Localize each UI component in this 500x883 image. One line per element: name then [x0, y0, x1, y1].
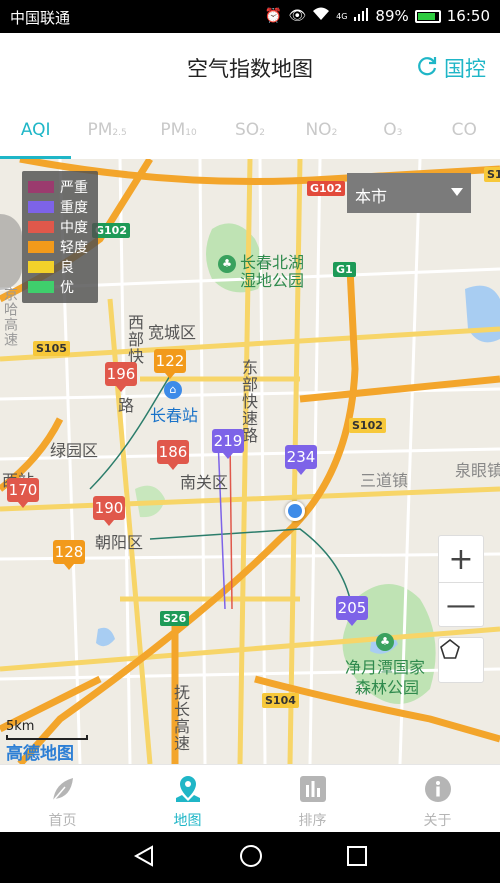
recents-icon[interactable]: [346, 845, 368, 871]
legend-swatch: [28, 221, 54, 233]
train-station-icon: ⌂: [164, 381, 182, 399]
nav-about[interactable]: 关于: [375, 765, 500, 832]
map-label-xibu-road: 路: [118, 396, 135, 415]
battery-percent: 89%: [375, 7, 409, 25]
status-bar: 中国联通 ⏰ 👁 4G 89% 16:50: [0, 0, 500, 33]
info-icon: [424, 774, 452, 804]
road-sign-s26: S26: [160, 611, 190, 626]
tree-icon: ♣: [218, 255, 236, 273]
city-select[interactable]: 本市: [347, 173, 471, 213]
side-drawer-handle[interactable]: [0, 214, 22, 290]
air-quality-map[interactable]: 长春北湖 湿地公园 宽城区 西部快 路 长春站 东部快速路 绿园区 南关区 朝阳…: [0, 159, 500, 764]
road-sign-s1: S1: [484, 167, 500, 182]
legend-swatch: [28, 241, 54, 253]
map-label-quanyan: 泉眼镇: [455, 461, 500, 480]
station-marker[interactable]: 122: [154, 349, 186, 379]
road-sign-g1: G1: [333, 262, 356, 277]
map-label-sandao: 三道镇: [360, 471, 409, 490]
station-marker[interactable]: 186: [157, 440, 189, 470]
alarm-icon: ⏰: [264, 8, 283, 24]
leaf-icon: [49, 774, 77, 804]
tab-aqi[interactable]: AQI: [0, 101, 72, 159]
tab-co[interactable]: CO: [429, 101, 500, 159]
control-toggle-button[interactable]: 国控: [416, 53, 486, 83]
station-marker[interactable]: 170: [7, 478, 39, 508]
map-label-fuchang: 抚长高速: [171, 684, 190, 752]
map-label-kuancheng: 宽城区: [148, 323, 197, 342]
zoom-out-button[interactable]: —: [439, 582, 483, 628]
map-scale: 5km: [6, 719, 88, 740]
tree-icon-2: ♣: [376, 633, 394, 651]
map-pin-icon: [173, 774, 203, 804]
map-label-park-north-2: 湿地公园: [240, 271, 305, 290]
station-marker[interactable]: 128: [53, 540, 85, 570]
bottom-navigation: 首页 地图 排序 关于: [0, 764, 500, 832]
home-icon[interactable]: [239, 844, 263, 872]
tab-o3[interactable]: O3: [357, 101, 428, 159]
wifi-icon: [312, 7, 330, 25]
eye-icon: 👁: [288, 8, 307, 24]
battery-icon: [414, 9, 441, 23]
station-marker[interactable]: 205: [336, 596, 368, 626]
current-location-dot: [285, 501, 305, 521]
legend-swatch: [28, 201, 54, 213]
back-icon[interactable]: [132, 844, 156, 872]
tab-no2[interactable]: NO2: [286, 101, 357, 159]
system-navigation-bar: [0, 832, 500, 883]
map-label-lvyuan: 绿园区: [50, 441, 99, 460]
zoom-in-button[interactable]: +: [439, 536, 483, 582]
nav-ranking[interactable]: 排序: [250, 765, 375, 832]
signal-icon: [353, 7, 369, 25]
chevron-down-icon: [451, 188, 463, 196]
legend-item: 重度: [28, 197, 92, 217]
locate-button[interactable]: [438, 637, 484, 683]
title-bar: 空气指数地图 国控: [0, 33, 500, 101]
road-sign-s104: S104: [262, 693, 299, 708]
control-label: 国控: [444, 57, 486, 81]
tab-pm25[interactable]: PM2.5: [71, 101, 142, 159]
legend-swatch: [28, 181, 54, 193]
map-label-chaoyang: 朝阳区: [95, 533, 144, 552]
map-brand-logo: 高德地图: [6, 744, 74, 764]
legend-swatch: [28, 281, 54, 293]
aqi-legend: 严重 重度 中度 轻度 良 优: [22, 171, 98, 303]
legend-item: 优: [28, 277, 92, 297]
road-sign-g102: G102: [307, 181, 345, 196]
station-marker[interactable]: 219: [212, 429, 244, 459]
legend-item: 严重: [28, 177, 92, 197]
map-label-nanguan: 南关区: [180, 473, 229, 492]
nav-home[interactable]: 首页: [0, 765, 125, 832]
pollutant-tabs: AQI PM2.5 PM10 SO2 NO2 O3 CO: [0, 101, 500, 159]
legend-swatch: [28, 261, 54, 273]
app-screen: 中国联通 ⏰ 👁 4G 89% 16:50 空气指数地图 国控 AQI PM2.…: [0, 0, 500, 883]
nav-map[interactable]: 地图: [125, 765, 250, 832]
road-sign-s102: S102: [349, 418, 386, 433]
map-label-jingyuetan-2: 森林公园: [355, 678, 420, 697]
legend-item: 中度: [28, 217, 92, 237]
map-label-station: 长春站: [150, 406, 199, 425]
clock: 16:50: [446, 7, 490, 25]
refresh-icon: [416, 55, 438, 82]
map-label-jingha: 京哈高速: [2, 287, 18, 347]
city-select-value: 本市: [355, 187, 388, 206]
station-marker[interactable]: 196: [105, 362, 137, 392]
signal-tag: 4G: [336, 11, 348, 21]
station-marker[interactable]: 190: [93, 496, 125, 526]
carrier-name: 中国联通: [10, 9, 71, 27]
status-icons: ⏰ 👁 4G 89% 16:50: [265, 7, 490, 25]
map-label-xibu: 西部快: [125, 314, 144, 365]
road-sign-s105: S105: [33, 341, 70, 356]
legend-item: 轻度: [28, 237, 92, 257]
station-marker[interactable]: 234: [285, 445, 317, 475]
zoom-controls: + —: [438, 535, 484, 627]
tab-pm10[interactable]: PM10: [143, 101, 214, 159]
tab-so2[interactable]: SO2: [214, 101, 285, 159]
bar-chart-icon: [299, 774, 327, 804]
legend-item: 良: [28, 257, 92, 277]
